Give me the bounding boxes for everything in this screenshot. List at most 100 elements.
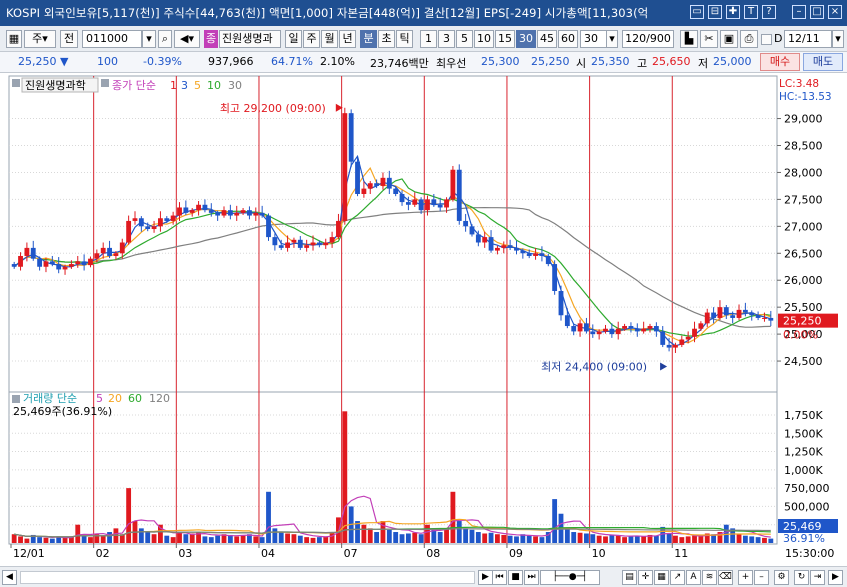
forward-icon[interactable]: ⏭: [524, 570, 539, 585]
sell-button[interactable]: 매도: [803, 53, 843, 71]
stock-badge-icon[interactable]: 종: [204, 30, 218, 48]
period-day[interactable]: 일: [285, 30, 302, 48]
volume-bar: [762, 537, 767, 543]
minute-45[interactable]: 45: [537, 30, 557, 48]
date-dropdown-icon[interactable]: ▾: [832, 30, 844, 48]
interval-input[interactable]: 30: [580, 30, 608, 48]
minute-30[interactable]: 30: [516, 30, 536, 48]
zoom-slider[interactable]: ├──●─┤: [540, 570, 600, 585]
date-tick-label: 11: [674, 547, 688, 560]
crosshair-icon[interactable]: ✛: [638, 570, 653, 585]
indicator-icon[interactable]: ▙: [680, 30, 698, 48]
count-input[interactable]: 120/900: [622, 30, 674, 48]
help-icon[interactable]: ?: [762, 5, 776, 19]
fib-icon[interactable]: ≋: [702, 570, 717, 585]
ma-legend-1: 1: [170, 79, 177, 92]
scroll-left-icon[interactable]: ◀: [2, 570, 17, 585]
zoom-out-icon[interactable]: –: [754, 570, 769, 585]
candle-body: [107, 247, 112, 256]
draw-icon[interactable]: ↗: [670, 570, 685, 585]
split-icon[interactable]: ⊟: [708, 5, 722, 19]
refresh-icon[interactable]: ↻: [794, 570, 809, 585]
ma-legend-30: 30: [228, 79, 242, 92]
volume-bar: [755, 537, 761, 543]
period-year[interactable]: 년: [339, 30, 356, 48]
bid-value: 25,250: [531, 55, 570, 68]
title-bar: KOSPI 외국인보유[5,117(천)] 주식수[44,763(천)] 액면[…: [0, 0, 847, 26]
minute-5[interactable]: 5: [456, 30, 473, 48]
search-icon[interactable]: ⌕: [158, 30, 172, 48]
volume-bar: [634, 535, 640, 543]
candle-body: [227, 210, 233, 216]
minute-10[interactable]: 10: [474, 30, 494, 48]
prefix-button[interactable]: 전: [60, 30, 78, 48]
pin-icon[interactable]: ✚: [726, 5, 740, 19]
erase-icon[interactable]: ⌫: [718, 570, 733, 585]
maximize-icon[interactable]: □: [810, 5, 824, 19]
font-icon[interactable]: T: [744, 5, 758, 19]
volume-bar: [329, 532, 335, 543]
minute-60[interactable]: 60: [558, 30, 578, 48]
candle-body: [316, 242, 322, 246]
settings-icon[interactable]: ⚙: [774, 570, 789, 585]
layout-icon[interactable]: ▤: [622, 570, 637, 585]
rewind-icon[interactable]: ⏮: [492, 570, 507, 585]
minute-3[interactable]: 3: [438, 30, 455, 48]
minute-15[interactable]: 15: [495, 30, 515, 48]
zoom-in-icon[interactable]: +: [738, 570, 753, 585]
scroll-next-icon[interactable]: ▶: [828, 570, 843, 585]
candle-body: [456, 169, 462, 221]
pane-handle-icon[interactable]: [12, 79, 20, 87]
print-icon[interactable]: ⎙: [740, 30, 758, 48]
close-icon[interactable]: ×: [828, 5, 842, 19]
window-icon[interactable]: ▭: [690, 5, 704, 19]
candle-body: [18, 255, 23, 267]
code-dropdown-icon[interactable]: ▾: [142, 30, 156, 48]
minute-1[interactable]: 1: [420, 30, 437, 48]
grid-icon[interactable]: ▦: [6, 30, 22, 48]
scroll-end-icon[interactable]: ⇥: [810, 570, 825, 585]
date-input[interactable]: 12/11: [784, 30, 832, 48]
minimize-icon[interactable]: –: [792, 5, 806, 19]
save-icon[interactable]: ▣: [720, 30, 738, 48]
scroll-right-icon[interactable]: ▶: [478, 570, 493, 585]
code-input[interactable]: 011000: [82, 30, 142, 48]
candle-body: [666, 344, 672, 348]
d-checkbox[interactable]: [761, 34, 772, 45]
candle-body: [304, 245, 310, 248]
candle-body: [711, 312, 717, 318]
period-week[interactable]: 주: [303, 30, 320, 48]
scroll-track[interactable]: [20, 571, 475, 584]
mode-select[interactable]: 주▾: [24, 30, 56, 48]
volume-bar: [609, 534, 615, 543]
volume-bar: [202, 536, 208, 543]
stop-icon[interactable]: ■: [508, 570, 523, 585]
candle-body: [545, 255, 551, 265]
volume-bar: [418, 534, 424, 543]
period-tick[interactable]: 틱: [396, 30, 413, 48]
buy-button[interactable]: 매수: [760, 53, 800, 71]
stock-chart[interactable]: 25,00025,50026,00026,50027,00027,50028,0…: [0, 74, 847, 566]
volume-bar: [514, 536, 519, 543]
interval-dropdown-icon[interactable]: ▾: [606, 30, 618, 48]
period-second[interactable]: 초: [378, 30, 395, 48]
period-minute[interactable]: 분: [360, 30, 377, 48]
volume-bar: [679, 537, 685, 543]
speaker-icon[interactable]: ◀▾: [174, 30, 200, 48]
candle-body: [234, 212, 240, 216]
candle-body: [634, 328, 640, 332]
text-tool-icon[interactable]: A: [686, 570, 701, 585]
candle-body: [736, 309, 742, 318]
candle-body: [208, 210, 214, 213]
candle-body: [698, 323, 704, 329]
chart-scrollbar[interactable]: ◀ ▶ ⏮ ■ ⏭ ├──●─┤ ▤ ✛ ▦ ↗ A ≋ ⌫ + – ⚙ ↻ ⇥…: [0, 566, 847, 587]
volume-pane-handle-icon[interactable]: [12, 395, 20, 403]
stock-name-field[interactable]: 진원생명과: [219, 30, 281, 48]
tool-icon[interactable]: ✂: [700, 30, 718, 48]
table-icon[interactable]: ▦: [654, 570, 669, 585]
volume-bar: [533, 536, 538, 543]
open-value: 25,350: [591, 55, 630, 68]
period-month[interactable]: 월: [321, 30, 338, 48]
candle-body: [151, 226, 157, 230]
legend-handle-icon[interactable]: [101, 79, 109, 87]
